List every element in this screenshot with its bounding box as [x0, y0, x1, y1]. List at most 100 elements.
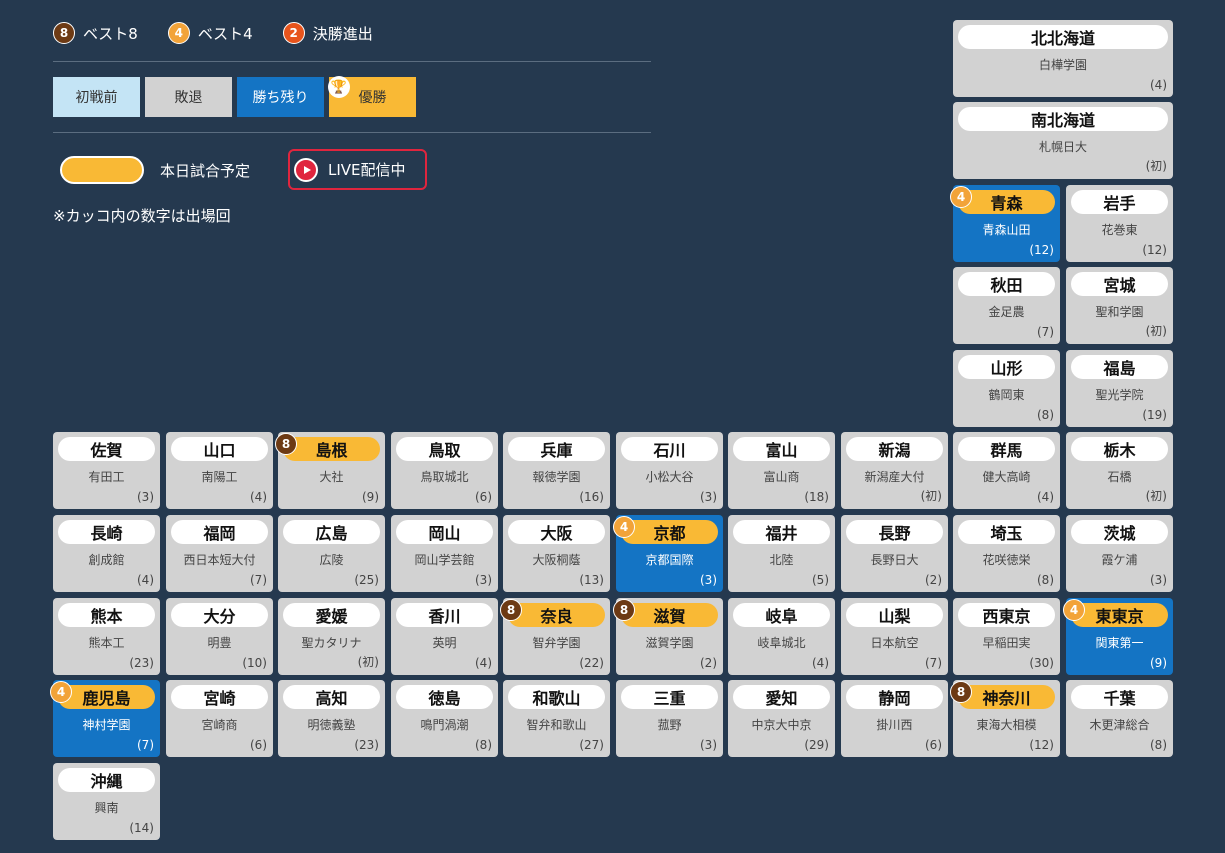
appearance-count: (10) — [242, 656, 267, 670]
prefecture-card[interactable]: 石川 小松大谷 (3) — [616, 432, 723, 509]
prefecture-card[interactable]: 岩手 花巻東 (12) — [1066, 185, 1173, 262]
school-name: 興南 — [94, 801, 119, 815]
school-name: 日本航空 — [870, 636, 919, 650]
prefecture-card[interactable]: 広島 広陵 (25) — [278, 515, 385, 592]
appearance-count: (23) — [129, 656, 154, 670]
today-label: 本日試合予定 — [160, 162, 251, 180]
legend-best4: 4 ベスト4 — [167, 22, 253, 44]
prefecture-card[interactable]: 北北海道 白樺学園 (4) — [953, 20, 1173, 97]
final-badge-icon: 2 — [282, 22, 305, 44]
best4-badge-icon: 4 — [613, 516, 635, 538]
prefecture-card[interactable]: 愛媛 聖カタリナ (初) — [278, 598, 385, 675]
prefecture-card[interactable]: 宮崎 宮崎商 (6) — [166, 680, 273, 757]
live-label: LIVE配信中 — [328, 161, 406, 179]
school-name: 白樺学園 — [1038, 58, 1087, 72]
prefecture-card[interactable]: 高知 明徳義塾 (23) — [278, 680, 385, 757]
prefecture-name: 新潟 — [846, 437, 943, 461]
prefecture-card[interactable]: 岡山 岡山学芸館 (3) — [391, 515, 498, 592]
school-name: 聖和学園 — [1095, 305, 1144, 319]
prefecture-name: 徳島 — [396, 685, 493, 709]
school-name: 鶴岡東 — [988, 388, 1025, 402]
prefecture-card[interactable]: 秋田 金足農 (7) — [953, 267, 1060, 344]
prefecture-card[interactable]: 山口 南陽工 (4) — [166, 432, 273, 509]
prefecture-name: 佐賀 — [58, 437, 155, 461]
school-name: 札幌日大 — [1038, 140, 1087, 154]
prefecture-name: 沖縄 — [58, 768, 155, 792]
prefecture-card[interactable]: 香川 英明 (4) — [391, 598, 498, 675]
prefecture-card[interactable]: 南北海道 札幌日大 (初) — [953, 102, 1173, 179]
appearance-count: (初) — [357, 655, 379, 669]
prefecture-card[interactable]: 長崎 創成館 (4) — [53, 515, 160, 592]
appearance-count: (3) — [700, 573, 717, 587]
appearance-count: (4) — [1037, 490, 1054, 504]
prefecture-card[interactable]: 静岡 掛川西 (6) — [841, 680, 948, 757]
prefecture-card[interactable]: 富山 富山商 (18) — [728, 432, 835, 509]
school-name: 大社 — [319, 470, 344, 484]
school-name: 西日本短大付 — [183, 553, 256, 567]
prefecture-card[interactable]: 福島 聖光学院 (19) — [1066, 350, 1173, 427]
appearance-count: (3) — [700, 738, 717, 752]
prefecture-name: 千葉 — [1071, 685, 1168, 709]
prefecture-card[interactable]: 栃木 石橋 (初) — [1066, 432, 1173, 509]
prefecture-card[interactable]: 群馬 健大高崎 (4) — [953, 432, 1060, 509]
prefecture-name: 鳥取 — [396, 437, 493, 461]
prefecture-card[interactable]: 千葉 木更津総合 (8) — [1066, 680, 1173, 757]
prefecture-card[interactable]: 埼玉 花咲徳栄 (8) — [953, 515, 1060, 592]
prefecture-name: 山口 — [171, 437, 268, 461]
appearance-count: (4) — [1150, 78, 1167, 92]
school-name: 健大高崎 — [982, 470, 1031, 484]
school-name: 智弁学園 — [532, 636, 581, 650]
prefecture-card[interactable]: 長野 長野日大 (2) — [841, 515, 948, 592]
school-name: 岡山学芸館 — [414, 553, 475, 567]
prefecture-card[interactable]: 福岡 西日本短大付 (7) — [166, 515, 273, 592]
appearance-count: (8) — [1037, 408, 1054, 422]
prefecture-card[interactable]: 愛知 中京大中京 (29) — [728, 680, 835, 757]
prefecture-card[interactable]: 8 奈良 智弁学園 (22) — [500, 598, 610, 675]
school-name: 大阪桐蔭 — [532, 553, 581, 567]
school-name: 報徳学園 — [532, 470, 581, 484]
prefecture-card[interactable]: 鳥取 鳥取城北 (6) — [391, 432, 498, 509]
prefecture-name: 南北海道 — [958, 107, 1168, 131]
appearance-count: (27) — [579, 738, 604, 752]
prefecture-card[interactable]: 福井 北陸 (5) — [728, 515, 835, 592]
school-name: 木更津総合 — [1089, 718, 1150, 732]
school-name: 明豊 — [207, 636, 232, 650]
legend-best8-label: ベスト8 — [83, 24, 138, 43]
prefecture-card[interactable]: 岐阜 岐阜城北 (4) — [728, 598, 835, 675]
prefecture-card[interactable]: 4 京都 京都国際 (3) — [613, 515, 723, 592]
prefecture-card[interactable]: 茨城 霞ケ浦 (3) — [1066, 515, 1173, 592]
prefecture-name: 愛知 — [733, 685, 830, 709]
prefecture-card[interactable]: 山形 鶴岡東 (8) — [953, 350, 1060, 427]
prefecture-card[interactable]: 和歌山 智弁和歌山 (27) — [503, 680, 610, 757]
prefecture-card[interactable]: 沖縄 興南 (14) — [53, 763, 160, 840]
prefecture-card[interactable]: 熊本 熊本工 (23) — [53, 598, 160, 675]
prefecture-card[interactable]: 山梨 日本航空 (7) — [841, 598, 948, 675]
prefecture-card[interactable]: 4 東東京 関東第一 (9) — [1063, 598, 1173, 675]
school-name: 石橋 — [1107, 470, 1132, 484]
prefecture-card[interactable]: 徳島 鳴門渦潮 (8) — [391, 680, 498, 757]
prefecture-card[interactable]: 三重 菰野 (3) — [616, 680, 723, 757]
prefecture-name: 岩手 — [1071, 190, 1168, 214]
appearance-count: (4) — [475, 656, 492, 670]
prefecture-card[interactable]: 佐賀 有田工 (3) — [53, 432, 160, 509]
prefecture-card[interactable]: 兵庫 報徳学園 (16) — [503, 432, 610, 509]
appearance-count: (7) — [925, 656, 942, 670]
prefecture-card[interactable]: 4 青森 青森山田 (12) — [950, 185, 1060, 262]
school-name: 新潟産大付 — [864, 470, 925, 484]
trophy-icon: 🏆 — [328, 76, 350, 98]
appearance-count: (8) — [1037, 573, 1054, 587]
prefecture-card[interactable]: 宮城 聖和学園 (初) — [1066, 267, 1173, 344]
school-name: 有田工 — [88, 470, 125, 484]
prefecture-card[interactable]: 新潟 新潟産大付 (初) — [841, 432, 948, 509]
prefecture-card[interactable]: 8 滋賀 滋賀学園 (2) — [613, 598, 723, 675]
prefecture-card[interactable]: 西東京 早稲田実 (30) — [953, 598, 1060, 675]
prefecture-card[interactable]: 4 鹿児島 神村学園 (7) — [50, 680, 160, 757]
prefecture-card[interactable]: 8 島根 大社 (9) — [275, 432, 385, 509]
prefecture-card[interactable]: 大阪 大阪桐蔭 (13) — [503, 515, 610, 592]
prefecture-card[interactable]: 8 神奈川 東海大相模 (12) — [950, 680, 1060, 757]
prefecture-name: 東東京 — [1071, 603, 1168, 627]
school-name: 熊本工 — [88, 636, 125, 650]
appearance-count: (3) — [475, 573, 492, 587]
prefecture-name: 奈良 — [508, 603, 605, 627]
prefecture-card[interactable]: 大分 明豊 (10) — [166, 598, 273, 675]
